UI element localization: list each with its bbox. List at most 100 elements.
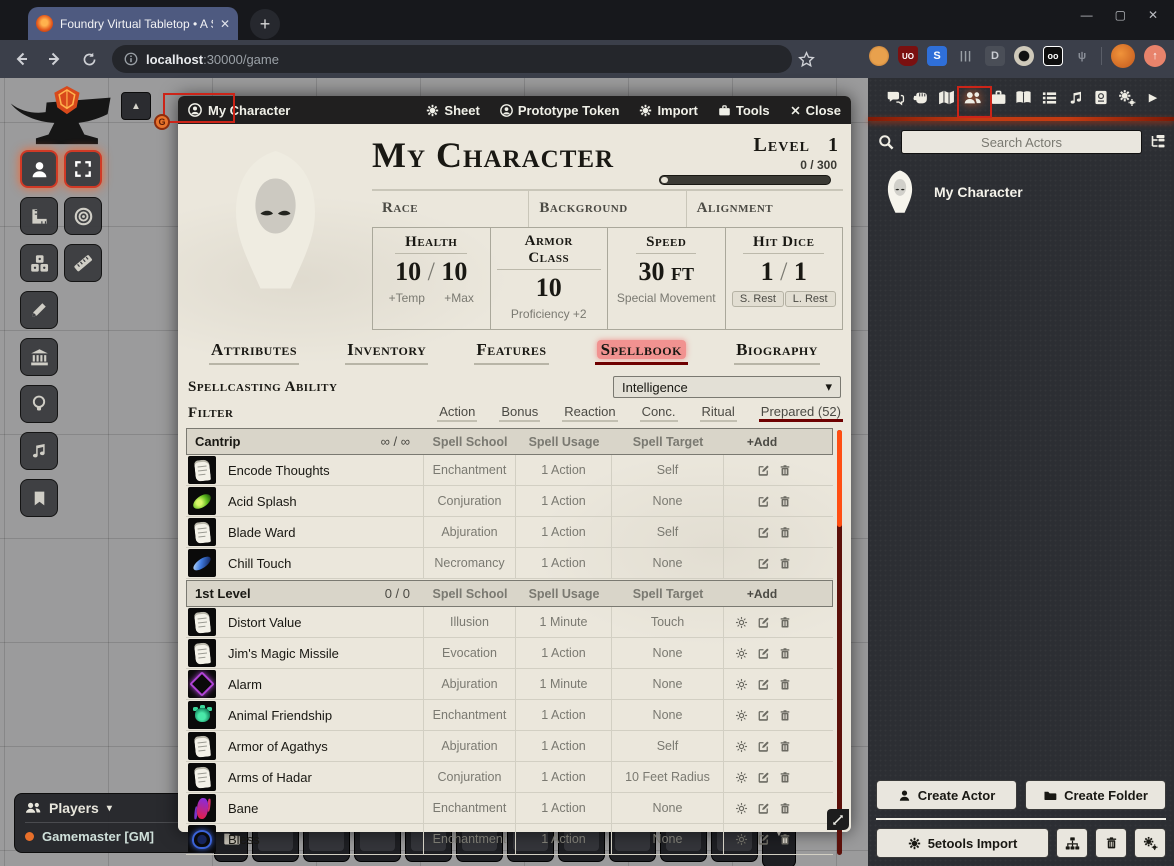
ublock-extension-icon[interactable]: UO [898,46,918,66]
filter-bonus[interactable]: Bonus [501,404,538,422]
edit-icon[interactable] [757,526,770,539]
maximize-icon[interactable]: ▢ [1115,8,1126,22]
spell-row[interactable]: Animal Friendship Enchantment 1 Action N… [186,700,833,731]
add-spell-button[interactable]: +Add [724,587,800,601]
temp-hp-field[interactable]: +Temp [389,291,425,305]
character-name[interactable]: My Character [372,134,659,177]
background-field[interactable]: Background [529,191,686,227]
filter-action[interactable]: Action [439,404,475,422]
spell-row[interactable]: Bless Enchantment 1 Action None [186,824,833,855]
edit-icon[interactable] [757,647,770,660]
spell-row[interactable]: Jim's Magic Missile Evocation 1 Action N… [186,638,833,669]
tempmax-hp-field[interactable]: +Max [444,291,474,305]
settings-button[interactable] [1134,828,1166,858]
search-input[interactable]: Search Actors [901,130,1142,154]
filter-ritual[interactable]: Ritual [702,404,735,422]
tile-controls-button[interactable] [20,244,58,282]
scrollbar[interactable] [837,430,842,855]
measure-controls-button[interactable] [20,197,58,235]
lighting-controls-button[interactable] [20,385,58,423]
spell-icon[interactable] [188,518,216,546]
players-header[interactable]: Players ▾ [25,800,201,823]
tab-biography[interactable]: Biography [732,340,822,360]
spell-icon[interactable] [188,794,216,822]
sheet-config-button[interactable]: Sheet [426,103,479,118]
spell-name[interactable]: Chill Touch [220,556,423,571]
token-controls-button[interactable] [20,150,58,188]
profile-avatar[interactable] [1111,44,1135,68]
trash-icon[interactable] [779,709,791,722]
spell-row[interactable]: Encode Thoughts Enchantment 1 Action Sel… [186,455,833,486]
filter-prepared[interactable]: Prepared (52) [761,404,841,422]
update-browser-icon[interactable]: ↑ [1144,45,1166,67]
spell-row[interactable]: Bane Enchantment 1 Action None [186,793,833,824]
edit-icon[interactable] [757,678,770,691]
prepare-icon[interactable] [735,647,748,660]
speed-value[interactable]: 30 ft [614,257,719,287]
spell-name[interactable]: Jim's Magic Missile [220,646,423,661]
trash-icon[interactable] [779,557,791,570]
sidebar-collapse-button[interactable]: ▶ [1140,91,1166,104]
hit-dice-value[interactable]: 1 / 1 [732,257,837,287]
spell-icon[interactable] [188,608,216,636]
edit-icon[interactable] [757,616,770,629]
sidebar-tab-journal[interactable] [1011,89,1037,106]
drawing-controls-button[interactable] [20,291,58,329]
spell-name[interactable]: Animal Friendship [220,708,423,723]
tab-features[interactable]: Features [472,340,550,360]
trash-icon[interactable] [779,740,791,753]
short-rest-button[interactable]: S. Rest [732,291,784,307]
tab-spellbook[interactable]: Spellbook [593,340,690,360]
trash-icon[interactable] [779,526,791,539]
spell-row[interactable]: Arms of Hadar Conjuration 1 Action 10 Fe… [186,762,833,793]
tab-close-icon[interactable]: ✕ [220,17,230,31]
special-movement-button[interactable]: Special Movement [617,291,716,305]
create-actor-button[interactable]: Create Actor [876,780,1017,810]
trash-icon[interactable] [779,802,791,815]
spell-name[interactable]: Acid Splash [220,494,423,509]
trash-icon[interactable] [779,833,791,846]
ac-value[interactable]: 10 [497,273,602,303]
5etools-import-button[interactable]: 5etools Import [876,828,1049,858]
hp-value[interactable]: 10 / 10 [379,257,484,287]
actor-name[interactable]: My Character [934,184,1023,200]
prototype-token-button[interactable]: Prototype Token [500,103,620,118]
toggle-folders-icon[interactable] [1149,134,1166,150]
edit-icon[interactable] [757,557,770,570]
import-button[interactable]: Import [639,103,697,118]
edit-icon[interactable] [757,709,770,722]
spell-row[interactable]: Distort Value Illusion 1 Minute Touch [186,607,833,638]
sidebar-tab-tables[interactable] [1037,90,1063,106]
trash-icon[interactable] [779,647,791,660]
prepare-icon[interactable] [735,802,748,815]
filter-reaction[interactable]: Reaction [564,404,615,422]
folder-tree-button[interactable] [1056,828,1088,858]
sliders-extension-icon[interactable]: ||| [956,46,976,66]
forward-button[interactable] [42,46,68,72]
resize-handle-icon[interactable] [827,809,849,830]
spell-icon[interactable] [188,456,216,484]
tools-button[interactable]: Tools [718,103,770,118]
prepare-icon[interactable] [735,678,748,691]
spell-icon[interactable] [188,487,216,515]
prepare-icon[interactable] [735,709,748,722]
spell-name[interactable]: Bless [220,832,423,847]
actor-list-item[interactable]: My Character [868,162,1174,222]
edit-icon[interactable] [757,771,770,784]
fork-extension-icon[interactable]: ψ [1072,46,1092,66]
tab-inventory[interactable]: Inventory [343,340,430,360]
spell-row[interactable]: Armor of Agathys Abjuration 1 Action Sel… [186,731,833,762]
s-extension-icon[interactable]: S [927,46,947,66]
prepare-icon[interactable] [735,740,748,753]
trash-icon[interactable] [779,771,791,784]
reload-button[interactable] [76,46,102,72]
delete-all-button[interactable] [1095,828,1127,858]
edit-icon[interactable] [757,495,770,508]
box-extension-icon[interactable]: oo [1043,46,1063,66]
ruler-tool-button[interactable] [64,244,102,282]
add-spell-button[interactable]: +Add [724,435,800,449]
sidebar-tab-settings[interactable] [1114,89,1140,107]
xp-value[interactable]: 0 / 300 [659,158,837,172]
spell-name[interactable]: Blade Ward [220,525,423,540]
sidebar-tab-actors[interactable] [959,89,985,107]
